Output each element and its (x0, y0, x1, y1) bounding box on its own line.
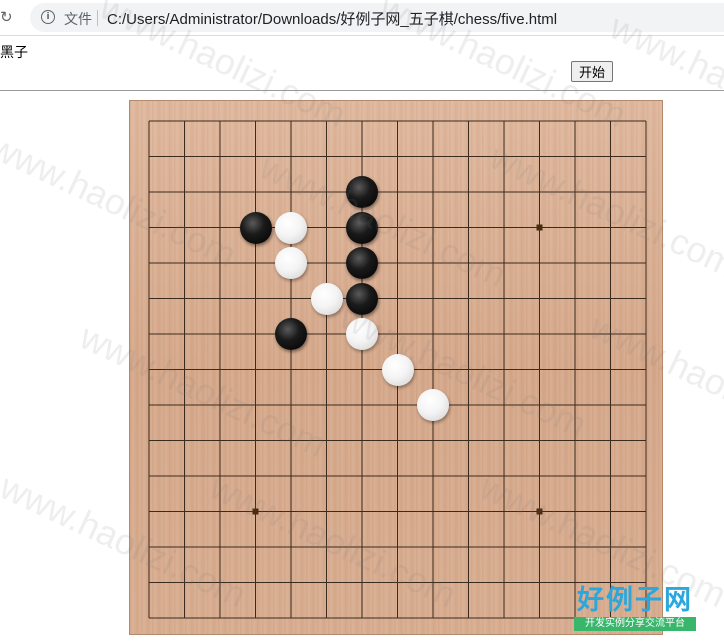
url-text[interactable]: C:/Users/Administrator/Downloads/好例子网_五子… (107, 8, 557, 29)
address-bar: ↻ i 文件 C:/Users/Administrator/Downloads/… (0, 0, 724, 36)
logo-sub-text: 开发实例分享交流平台 (574, 617, 696, 631)
horizontal-rule (0, 90, 724, 91)
site-logo: 好例子网 开发实例分享交流平台 (574, 585, 696, 635)
logo-main-text: 好例子网 (577, 585, 693, 616)
white-stone (346, 318, 378, 350)
black-stone (346, 247, 378, 279)
start-button[interactable]: 开始 (571, 61, 613, 82)
white-stone (275, 247, 307, 279)
info-icon[interactable]: i (41, 10, 55, 24)
reload-icon[interactable]: ↻ (0, 9, 16, 25)
turn-indicator: 黑子 (0, 44, 28, 60)
star-point (536, 508, 543, 515)
file-label: 文件 (64, 11, 92, 27)
white-stone (275, 211, 307, 244)
black-stone (346, 282, 378, 315)
white-stone (417, 389, 449, 421)
black-stone (346, 211, 378, 244)
omnibox-separator (97, 10, 98, 26)
black-stone (275, 318, 307, 350)
omnibox[interactable]: i 文件 C:/Users/Administrator/Downloads/好例… (30, 3, 724, 32)
star-point (536, 224, 543, 231)
white-stone (381, 353, 414, 386)
black-stone (239, 211, 272, 244)
black-stone (346, 176, 378, 208)
star-point (252, 508, 259, 515)
gomoku-board[interactable] (129, 100, 663, 635)
white-stone (310, 282, 343, 315)
